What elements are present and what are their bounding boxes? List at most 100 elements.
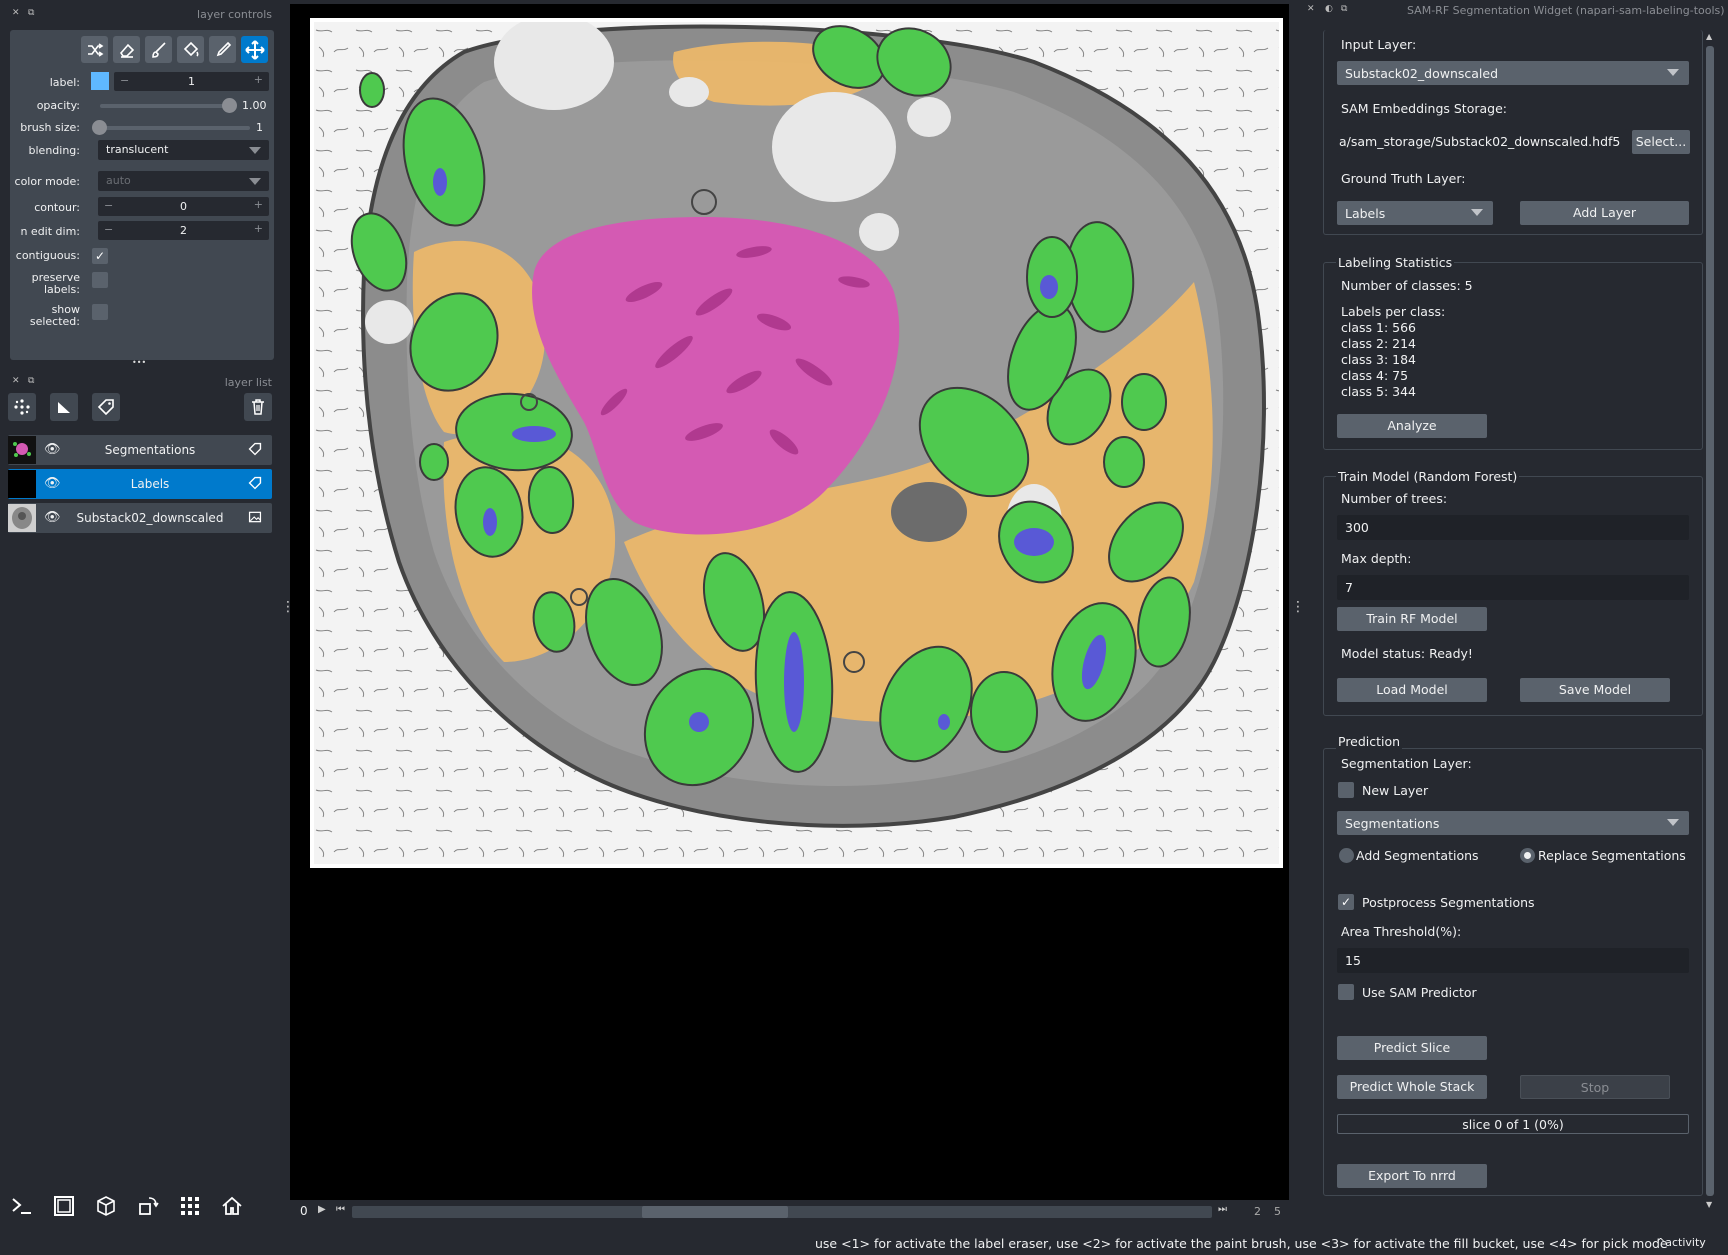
step-back-icon[interactable]: ⏮	[336, 1204, 345, 1215]
train-rf-model-button[interactable]: Train RF Model	[1337, 607, 1487, 631]
toggle-ndisplay-button[interactable]	[50, 1192, 78, 1220]
shuffle-colors-button[interactable]	[81, 36, 108, 63]
label-spinbox[interactable]: − 1 +	[114, 72, 269, 91]
visibility-eye-icon[interactable]: 👁	[44, 510, 61, 525]
postprocess-checkbox[interactable]: ✓	[1338, 894, 1354, 910]
label-color-swatch[interactable]	[91, 72, 109, 90]
predict-slice-button[interactable]: Predict Slice	[1337, 1036, 1487, 1060]
hide-dock-icon[interactable]: ◐	[1325, 4, 1333, 14]
dims-slider-handle[interactable]	[642, 1206, 788, 1218]
load-model-button[interactable]: Load Model	[1337, 678, 1487, 702]
opacity-slider[interactable]	[100, 104, 235, 108]
contiguous-checkbox[interactable]: ✓	[92, 248, 108, 264]
increment-icon[interactable]: +	[254, 222, 263, 235]
train-model-title: Train Model (Random Forest)	[1336, 469, 1520, 484]
progress-text: slice 0 of 1 (0%)	[1462, 1117, 1564, 1132]
sam-storage-path-field[interactable]: a/sam_storage/Substack02_downscaled.hdf5	[1337, 129, 1627, 154]
color-mode-combo[interactable]: auto	[98, 171, 269, 191]
new-layer-checkbox[interactable]	[1338, 782, 1354, 798]
home-button[interactable]	[218, 1192, 246, 1220]
predict-whole-stack-button[interactable]: Predict Whole Stack	[1337, 1075, 1487, 1099]
grid-view-button[interactable]	[176, 1192, 204, 1220]
scroll-down-icon[interactable]: ▼	[1706, 1200, 1712, 1209]
roll-dims-button[interactable]	[92, 1192, 120, 1220]
layer-controls-title: layer controls	[197, 8, 272, 21]
float-dock-icon[interactable]: ⧉	[1341, 4, 1347, 14]
layer-name[interactable]: Segmentations	[68, 443, 232, 457]
segmentation-thumbnail	[13, 442, 31, 457]
increment-icon[interactable]: +	[254, 198, 263, 211]
fill-bucket-button[interactable]	[177, 36, 204, 63]
segmentation-layer-combo[interactable]: Segmentations	[1337, 811, 1689, 835]
splitter-handle[interactable]: •••	[132, 358, 146, 367]
new-points-layer-button[interactable]	[8, 393, 36, 421]
visibility-eye-icon[interactable]: 👁	[44, 476, 61, 491]
blending-combo[interactable]: translucent	[98, 140, 269, 160]
n-edit-dim-spinbox[interactable]: − 2 +	[98, 221, 269, 240]
transpose-button[interactable]	[134, 1192, 162, 1220]
number-of-trees-input[interactable]: 300	[1337, 515, 1689, 540]
scroll-up-icon[interactable]: ▲	[1706, 32, 1712, 41]
right-splitter[interactable]: ⋮	[1291, 600, 1305, 614]
close-dock-icon[interactable]: ✕	[1307, 4, 1315, 14]
layer-name[interactable]: Labels	[68, 477, 232, 491]
delete-layer-button[interactable]	[244, 393, 272, 421]
dims-slider-track[interactable]	[352, 1206, 1212, 1218]
scrollbar-thumb[interactable]	[1706, 46, 1714, 1196]
close-dock-icon[interactable]: ✕	[12, 8, 20, 18]
new-shapes-layer-button[interactable]	[50, 393, 78, 421]
visibility-eye-icon[interactable]: 👁	[44, 442, 61, 457]
stop-button[interactable]: Stop	[1520, 1075, 1670, 1099]
analyze-button[interactable]: Analyze	[1337, 414, 1487, 438]
layer-thumbnail	[8, 436, 36, 464]
max-depth-input[interactable]: 7	[1337, 575, 1689, 600]
color-picker-button[interactable]	[209, 36, 236, 63]
export-to-nrrd-button[interactable]: Export To nrrd	[1337, 1164, 1487, 1188]
contiguous-label: contiguous:	[15, 249, 80, 262]
sam-storage-label: SAM Embeddings Storage:	[1341, 101, 1507, 116]
chevron-down-icon	[249, 178, 261, 185]
chevron-up-icon: ^	[1656, 1236, 1666, 1249]
console-button[interactable]	[8, 1192, 36, 1220]
show-selected-checkbox[interactable]	[92, 304, 108, 320]
preserve-labels-checkbox[interactable]	[92, 272, 108, 288]
home-icon	[222, 1196, 242, 1215]
max-depth-label: Max depth:	[1341, 551, 1412, 566]
contour-spinbox[interactable]: − 0 +	[98, 197, 269, 216]
area-threshold-label: Area Threshold(%):	[1341, 924, 1462, 939]
new-labels-layer-button[interactable]	[92, 393, 120, 421]
ground-truth-layer-combo[interactable]: Labels	[1337, 201, 1493, 225]
close-dock-icon[interactable]: ✕	[12, 376, 20, 386]
opacity-slider-handle[interactable]	[222, 98, 237, 113]
brush-size-slider[interactable]	[100, 126, 250, 130]
save-model-button[interactable]: Save Model	[1520, 678, 1670, 702]
float-dock-icon[interactable]: ⧉	[28, 376, 34, 386]
layer-row-segmentations[interactable]: 👁 Segmentations	[8, 435, 272, 465]
step-forward-icon[interactable]: ⏭	[1218, 1204, 1227, 1215]
float-dock-icon[interactable]: ⧉	[28, 8, 34, 18]
area-threshold-input[interactable]: 15	[1337, 948, 1689, 973]
blending-label: blending:	[28, 144, 80, 157]
activity-button[interactable]: ^activity	[1656, 1236, 1706, 1249]
brush-size-slider-handle[interactable]	[92, 120, 107, 135]
number-of-trees-label: Number of trees:	[1341, 491, 1448, 506]
image-canvas[interactable]	[310, 18, 1283, 868]
eraser-button[interactable]	[113, 36, 140, 63]
pan-zoom-button[interactable]	[241, 36, 268, 63]
replace-segmentations-radio[interactable]	[1520, 848, 1535, 863]
layer-row-substack[interactable]: 👁 Substack02_downscaled	[8, 503, 272, 533]
left-splitter[interactable]: ⋮	[281, 600, 295, 614]
right-dock-scrollbar[interactable]: ▲ ▼	[1704, 32, 1716, 1212]
layer-list-title: layer list	[224, 376, 272, 389]
chevron-down-icon	[1667, 819, 1679, 826]
add-segmentations-radio[interactable]	[1339, 848, 1354, 863]
layer-name[interactable]: Substack02_downscaled	[68, 511, 232, 525]
select-storage-button[interactable]: Select...	[1632, 130, 1690, 154]
play-icon[interactable]: ▶	[318, 1204, 326, 1215]
use-sam-predictor-checkbox[interactable]	[1338, 984, 1354, 1000]
add-layer-button[interactable]: Add Layer	[1520, 201, 1689, 225]
increment-icon[interactable]: +	[254, 73, 263, 86]
layer-row-labels[interactable]: 👁 Labels	[8, 469, 272, 499]
paint-brush-button[interactable]	[145, 36, 172, 63]
input-layer-combo[interactable]: Substack02_downscaled	[1337, 61, 1689, 85]
